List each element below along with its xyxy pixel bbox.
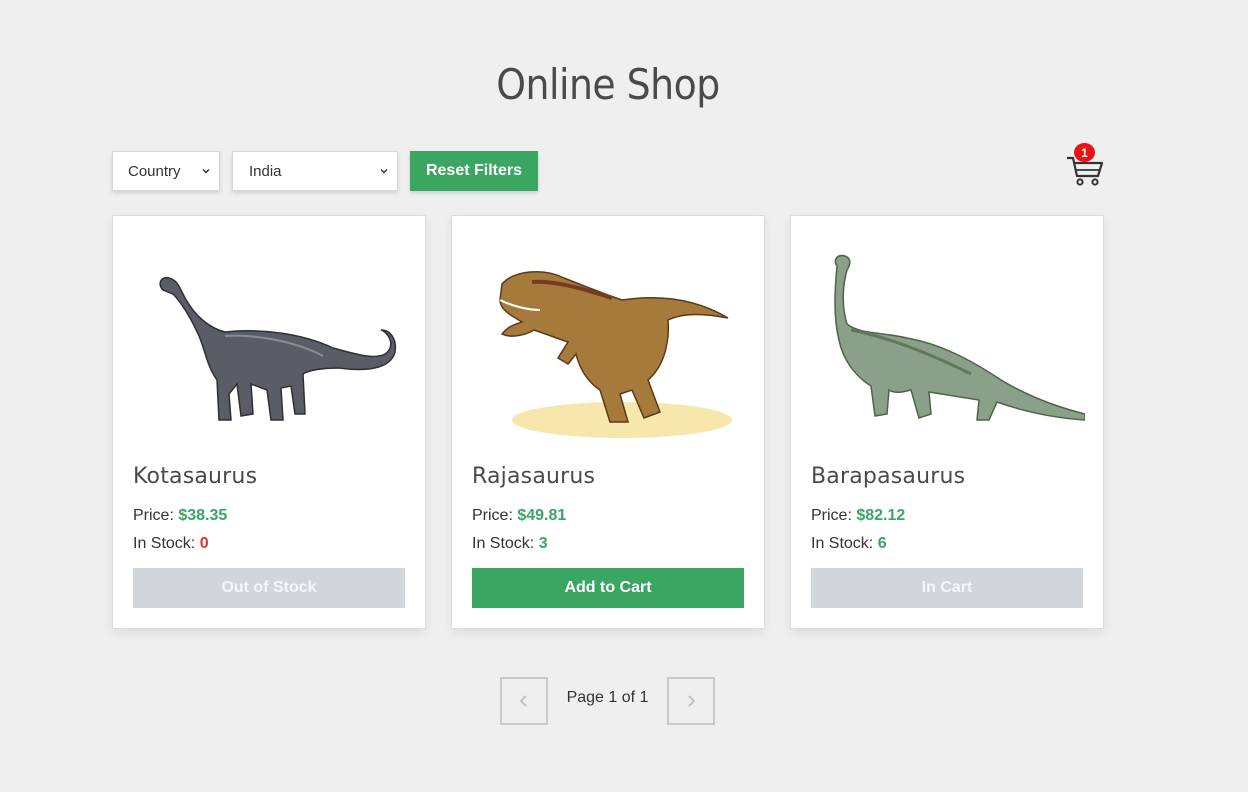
add-to-cart-button[interactable]: Add to Cart [472,568,744,608]
product-price: Price: $49.81 [472,507,567,524]
stock-value: 6 [877,535,887,552]
page-indicator: Page 1 of 1 [566,689,649,706]
price-value: $82.12 [856,507,906,524]
filter-bar: Country India Reset Filters [112,151,538,191]
product-price: Price: $82.12 [811,507,906,524]
product-image [499,271,732,438]
region-select-value: India [249,162,282,180]
chevron-down-icon [202,169,210,174]
product-card: Kotasaurus Price: $38.35 In Stock: 0 Out… [112,215,426,629]
product-stock: In Stock: 6 [811,535,887,552]
prev-page-button[interactable] [500,677,548,725]
stock-value: 0 [199,535,209,552]
chevron-down-icon [380,169,388,174]
out-of-stock-button[interactable]: Out of Stock [133,568,405,608]
country-select-value: Country [128,162,181,180]
in-cart-button[interactable]: In Cart [811,568,1083,608]
product-card: Barapasaurus Price: $82.12 In Stock: 6 I… [790,215,1104,629]
product-name: Kotasaurus [133,464,258,489]
price-value: $49.81 [517,507,567,524]
product-image [159,276,397,421]
region-select[interactable]: India [232,151,398,191]
product-stock: In Stock: 0 [133,535,209,552]
product-image [834,254,1085,421]
price-value: $38.35 [178,507,228,524]
chevron-left-icon [519,695,527,707]
page-title: Online Shop [496,60,720,109]
cart-count-badge: 1 [1074,143,1095,162]
product-price: Price: $38.35 [133,507,228,524]
product-name: Barapasaurus [811,464,966,489]
pagination: Page 1 of 1 [500,677,715,725]
product-grid: Kotasaurus Price: $38.35 In Stock: 0 Out… [112,215,1104,629]
next-page-button[interactable] [667,677,715,725]
product-card: Rajasaurus Price: $49.81 In Stock: 3 Add… [451,215,765,629]
country-select[interactable]: Country [112,151,220,191]
chevron-right-icon [688,695,696,707]
stock-value: 3 [538,535,548,552]
cart-button[interactable]: 1 [1064,143,1108,189]
reset-filters-button[interactable]: Reset Filters [410,151,538,191]
product-name: Rajasaurus [472,464,596,489]
product-stock: In Stock: 3 [472,535,548,552]
